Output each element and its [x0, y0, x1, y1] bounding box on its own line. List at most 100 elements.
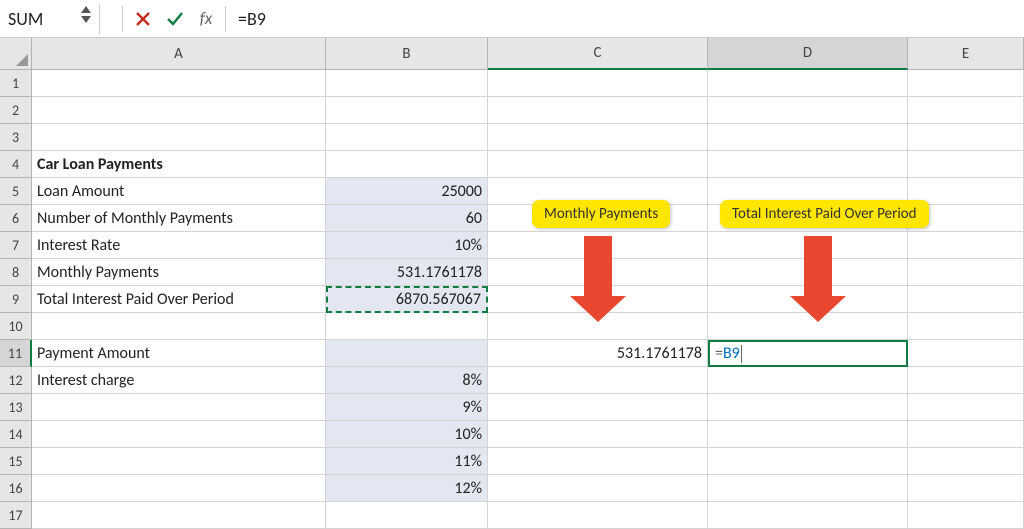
cell-a3[interactable]: [32, 124, 326, 151]
cell-b12[interactable]: 8%: [326, 367, 488, 394]
fx-label[interactable]: fx: [191, 8, 221, 29]
cell-b9[interactable]: 6870.567067: [326, 286, 488, 313]
cell-a11[interactable]: Payment Amount: [32, 340, 326, 367]
cell-b2[interactable]: [326, 97, 488, 124]
row-header[interactable]: 7: [0, 232, 32, 259]
row-header[interactable]: 8: [0, 259, 32, 286]
cell-e12[interactable]: [908, 367, 1024, 394]
cell-a8[interactable]: Monthly Payments: [32, 259, 326, 286]
cell-d13[interactable]: [708, 394, 908, 421]
cell-e1[interactable]: [908, 70, 1024, 97]
cell-d16[interactable]: [708, 475, 908, 502]
name-box-stepper[interactable]: [81, 6, 91, 23]
cell-c14[interactable]: [488, 421, 708, 448]
cell-d14[interactable]: [708, 421, 908, 448]
cell-a13[interactable]: [32, 394, 326, 421]
cell-c1[interactable]: [488, 70, 708, 97]
cell-d2[interactable]: [708, 97, 908, 124]
row-header[interactable]: 4: [0, 151, 32, 178]
cell-d3[interactable]: [708, 124, 908, 151]
cell-a9[interactable]: Total Interest Paid Over Period: [32, 286, 326, 313]
cell-b5[interactable]: 25000: [326, 178, 488, 205]
row-header[interactable]: 1: [0, 70, 32, 97]
cell-e17[interactable]: [908, 502, 1024, 529]
cell-e7[interactable]: [908, 232, 1024, 259]
cell-e10[interactable]: [908, 313, 1024, 340]
cell-e11[interactable]: [908, 340, 1024, 367]
cell-a10[interactable]: [32, 313, 326, 340]
cell-b11[interactable]: [326, 340, 488, 367]
confirm-button[interactable]: [159, 5, 191, 33]
cell-c2[interactable]: [488, 97, 708, 124]
cell-c12[interactable]: [488, 367, 708, 394]
row-header[interactable]: 16: [0, 475, 32, 502]
cell-c17[interactable]: [488, 502, 708, 529]
cell-a16[interactable]: [32, 475, 326, 502]
row-header[interactable]: 3: [0, 124, 32, 151]
row-header[interactable]: 12: [0, 367, 32, 394]
row-header[interactable]: 11: [0, 340, 32, 367]
row-header[interactable]: 17: [0, 502, 32, 529]
cell-b8[interactable]: 531.1761178: [326, 259, 488, 286]
row-header[interactable]: 14: [0, 421, 32, 448]
row-header[interactable]: 9: [0, 286, 32, 313]
cell-a7[interactable]: Interest Rate: [32, 232, 326, 259]
cell-b1[interactable]: [326, 70, 488, 97]
cell-a6[interactable]: Number of Monthly Payments: [32, 205, 326, 232]
cell-d4[interactable]: [708, 151, 908, 178]
row-header[interactable]: 6: [0, 205, 32, 232]
cell-b14[interactable]: 10%: [326, 421, 488, 448]
cell-a5[interactable]: Loan Amount: [32, 178, 326, 205]
cell-a14[interactable]: [32, 421, 326, 448]
col-header-c[interactable]: C: [488, 38, 708, 70]
cell-c3[interactable]: [488, 124, 708, 151]
cancel-button[interactable]: [127, 5, 159, 33]
cell-b15[interactable]: 11%: [326, 448, 488, 475]
cell-a1[interactable]: [32, 70, 326, 97]
cell-d11-editing[interactable]: =B9: [708, 340, 908, 367]
row-header[interactable]: 5: [0, 178, 32, 205]
col-header-a[interactable]: A: [32, 38, 326, 70]
cell-e4[interactable]: [908, 151, 1024, 178]
cell-e2[interactable]: [908, 97, 1024, 124]
cell-a2[interactable]: [32, 97, 326, 124]
cell-b10[interactable]: [326, 313, 488, 340]
name-box[interactable]: SUM: [0, 4, 100, 34]
cell-e16[interactable]: [908, 475, 1024, 502]
cell-c15[interactable]: [488, 448, 708, 475]
row-header[interactable]: 13: [0, 394, 32, 421]
spreadsheet-grid[interactable]: A B C D E 1 2 3 4 Car Loan Payments 5 Lo…: [0, 38, 1024, 529]
cell-c16[interactable]: [488, 475, 708, 502]
cell-d12[interactable]: [708, 367, 908, 394]
cell-b16[interactable]: 12%: [326, 475, 488, 502]
col-header-e[interactable]: E: [908, 38, 1024, 70]
row-header[interactable]: 2: [0, 97, 32, 124]
col-header-d[interactable]: D: [708, 38, 908, 70]
formula-input[interactable]: =B9: [230, 8, 266, 30]
cell-e8[interactable]: [908, 259, 1024, 286]
cell-e13[interactable]: [908, 394, 1024, 421]
cell-e14[interactable]: [908, 421, 1024, 448]
cell-c11[interactable]: 531.1761178: [488, 340, 708, 367]
cell-e15[interactable]: [908, 448, 1024, 475]
cell-c4[interactable]: [488, 151, 708, 178]
row-header[interactable]: 15: [0, 448, 32, 475]
cell-d1[interactable]: [708, 70, 908, 97]
cell-a17[interactable]: [32, 502, 326, 529]
cell-b13[interactable]: 9%: [326, 394, 488, 421]
cell-b6[interactable]: 60: [326, 205, 488, 232]
cell-d17[interactable]: [708, 502, 908, 529]
cell-a4[interactable]: Car Loan Payments: [32, 151, 326, 178]
cell-e9[interactable]: [908, 286, 1024, 313]
cell-a15[interactable]: [32, 448, 326, 475]
cell-d15[interactable]: [708, 448, 908, 475]
col-header-b[interactable]: B: [326, 38, 488, 70]
row-header[interactable]: 10: [0, 313, 32, 340]
cell-b3[interactable]: [326, 124, 488, 151]
cell-c13[interactable]: [488, 394, 708, 421]
select-all-corner[interactable]: [0, 38, 32, 70]
cell-b4[interactable]: [326, 151, 488, 178]
cell-b17[interactable]: [326, 502, 488, 529]
cell-e3[interactable]: [908, 124, 1024, 151]
cell-b7[interactable]: 10%: [326, 232, 488, 259]
